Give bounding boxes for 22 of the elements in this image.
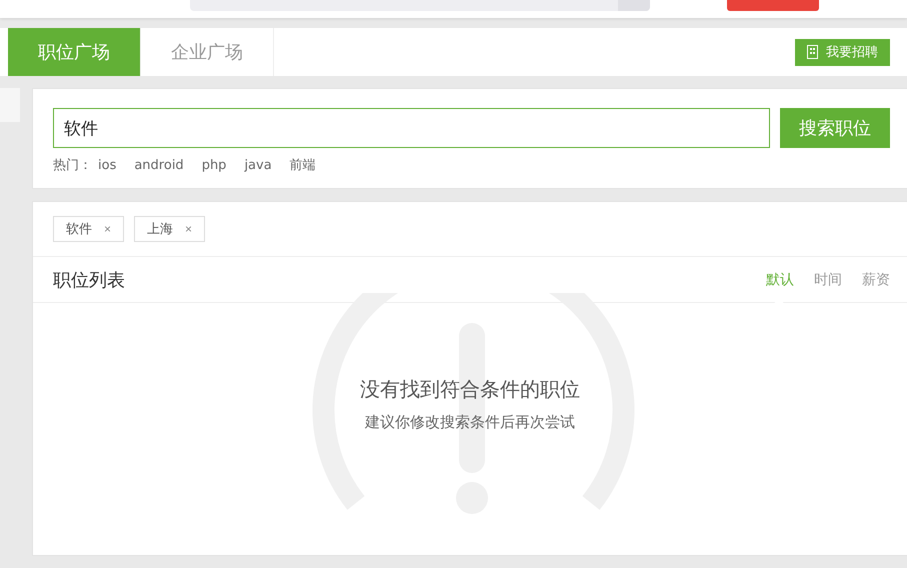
hot-label: 热门： [53, 157, 92, 174]
top-search-button[interactable] [618, 0, 650, 11]
tab[interactable]: 职位广场 [8, 28, 141, 76]
hot-link[interactable]: android [134, 158, 184, 172]
top-search-field[interactable] [190, 0, 650, 11]
filter-label: 软件 [66, 221, 92, 238]
publish-button[interactable] [727, 0, 819, 11]
recruit-button[interactable]: 我要招聘 [795, 38, 890, 66]
hot-link[interactable]: java [244, 158, 272, 172]
list-title: 职位列表 [53, 268, 126, 292]
building-icon [807, 45, 818, 59]
hot-link[interactable]: 前端 [290, 156, 316, 174]
search-button[interactable]: 搜索职位 [780, 108, 890, 148]
empty-hint: 建议你修改搜索条件后再次尝试 [365, 413, 575, 432]
hot-link[interactable]: ios [98, 158, 116, 172]
filter-label: 上海 [147, 221, 174, 238]
empty-title: 没有找到符合条件的职位 [360, 376, 580, 403]
sort-tab[interactable]: 默认 [746, 256, 794, 302]
sort-tab[interactable]: 薪资 [842, 256, 890, 302]
hot-link[interactable]: php [202, 158, 226, 172]
search-field[interactable]: 软件 [53, 108, 770, 148]
sort-tab[interactable]: 时间 [794, 256, 842, 302]
